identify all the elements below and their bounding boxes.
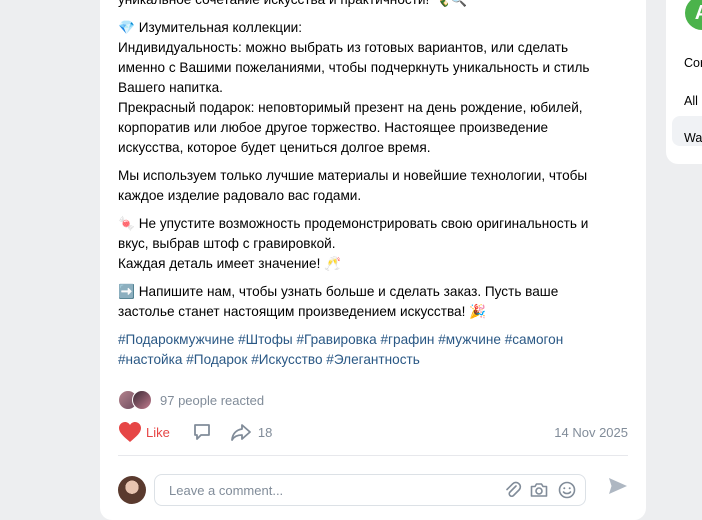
user-avatar[interactable] [118,476,146,504]
comment-icon [193,424,210,440]
hashtag-link[interactable]: #Подарокмужчине [118,332,234,347]
hashtag-link[interactable]: #графин [381,332,435,347]
post-line: каждое изделие радовало вас годами. [118,188,362,203]
hashtag-link[interactable]: #Гравировка [296,332,376,347]
share-icon [230,424,251,441]
post-text: уникальное сочетание искусства и практич… [118,0,628,370]
post-line: Вашего напитка. [118,80,223,95]
reactions-count: 97 people reacted [160,392,265,408]
like-button[interactable]: Like [118,421,170,443]
post-date[interactable]: 14 Nov 2025 [554,425,628,440]
reactor-avatar [132,390,152,410]
community-logo[interactable]: A [685,0,702,30]
post-line: 🍬 Не упустите возможность продемонстриро… [118,214,628,234]
post-paragraph: ➡️ Напишите нам, чтобы узнать больше и с… [118,282,628,322]
sidebar-item[interactable]: All [684,94,698,108]
paperclip-icon[interactable] [503,480,523,500]
hashtag-link[interactable]: #Элегантность [326,352,420,367]
sidebar-item[interactable]: Wa [684,131,702,145]
post-line: вкус, выбрав штоф с гравировкой. [118,236,336,251]
hashtag-link[interactable]: #мужчине [438,332,501,347]
post-line: именно с Вашими пожеланиями, чтобы подче… [118,60,590,75]
post-line: застолье станет настоящим произведением … [118,304,487,319]
like-label: Like [146,424,170,440]
sidebar-card: A Cor All Wa [666,0,702,164]
comment-input[interactable] [167,479,491,501]
post-actions: Like 18 14 Nov 2025 [118,420,628,444]
post-paragraph: Мы используем только лучшие материалы и … [118,166,628,206]
post-line: искусства, которое будет цениться долгое… [118,140,431,155]
post-line: Индивидуальность: можно выбрать из готов… [118,40,569,55]
post-line: Мы используем только лучшие материалы и … [118,168,588,183]
sidebar-item[interactable]: Cor [684,56,702,70]
comment-button[interactable] [192,422,212,442]
heart-icon [119,422,141,442]
diamond-emoji: 💎 [118,20,135,35]
hashtag-link[interactable]: #Подарок [186,352,247,367]
post-line: 💎 Изумительная коллекции: [118,18,628,38]
post-paragraph: 🍬 Не упустите возможность продемонстриро… [118,214,628,274]
arrow-emoji: ➡️ [118,284,135,299]
post-line: уникальное сочетание искусства и практич… [118,0,628,10]
share-count: 18 [257,424,273,440]
comment-box [154,474,586,506]
hashtag-list: #Подарокмужчине #Штофы #Гравировка #граф… [118,330,628,370]
hashtag-link[interactable]: #Штофы [238,332,293,347]
post-line-text: Изумительная коллекции: [138,20,303,35]
post-line: корпоратив или любое другое торжество. Н… [118,120,549,135]
post-paragraph: уникальное сочетание искусства и практич… [118,0,628,10]
post-line: Каждая деталь имеет значение! 🥂 [118,256,342,271]
share-button[interactable]: 18 [230,422,272,442]
hashtag-link[interactable]: #самогон [505,332,564,347]
post-card: уникальное сочетание искусства и практич… [100,0,646,520]
smile-icon[interactable] [557,480,577,500]
send-icon[interactable] [606,474,630,498]
divider [118,455,628,456]
post-paragraph: 💎 Изумительная коллекции: Индивидуальнос… [118,18,628,158]
reactions-summary[interactable]: 97 people reacted [118,390,264,410]
post-line: Прекрасный подарок: неповторимый презент… [118,100,583,115]
hashtag-link[interactable]: #Искусство [251,352,322,367]
candy-emoji: 🍬 [118,216,135,231]
post-line-text: Напишите нам, чтобы узнать больше и сдел… [138,284,559,299]
camera-icon[interactable] [529,480,549,500]
post-line-text: Не упустите возможность продемонстрирова… [138,216,589,231]
hashtag-link[interactable]: #настойка [118,352,182,367]
post-line: ➡️ Напишите нам, чтобы узнать больше и с… [118,282,628,302]
